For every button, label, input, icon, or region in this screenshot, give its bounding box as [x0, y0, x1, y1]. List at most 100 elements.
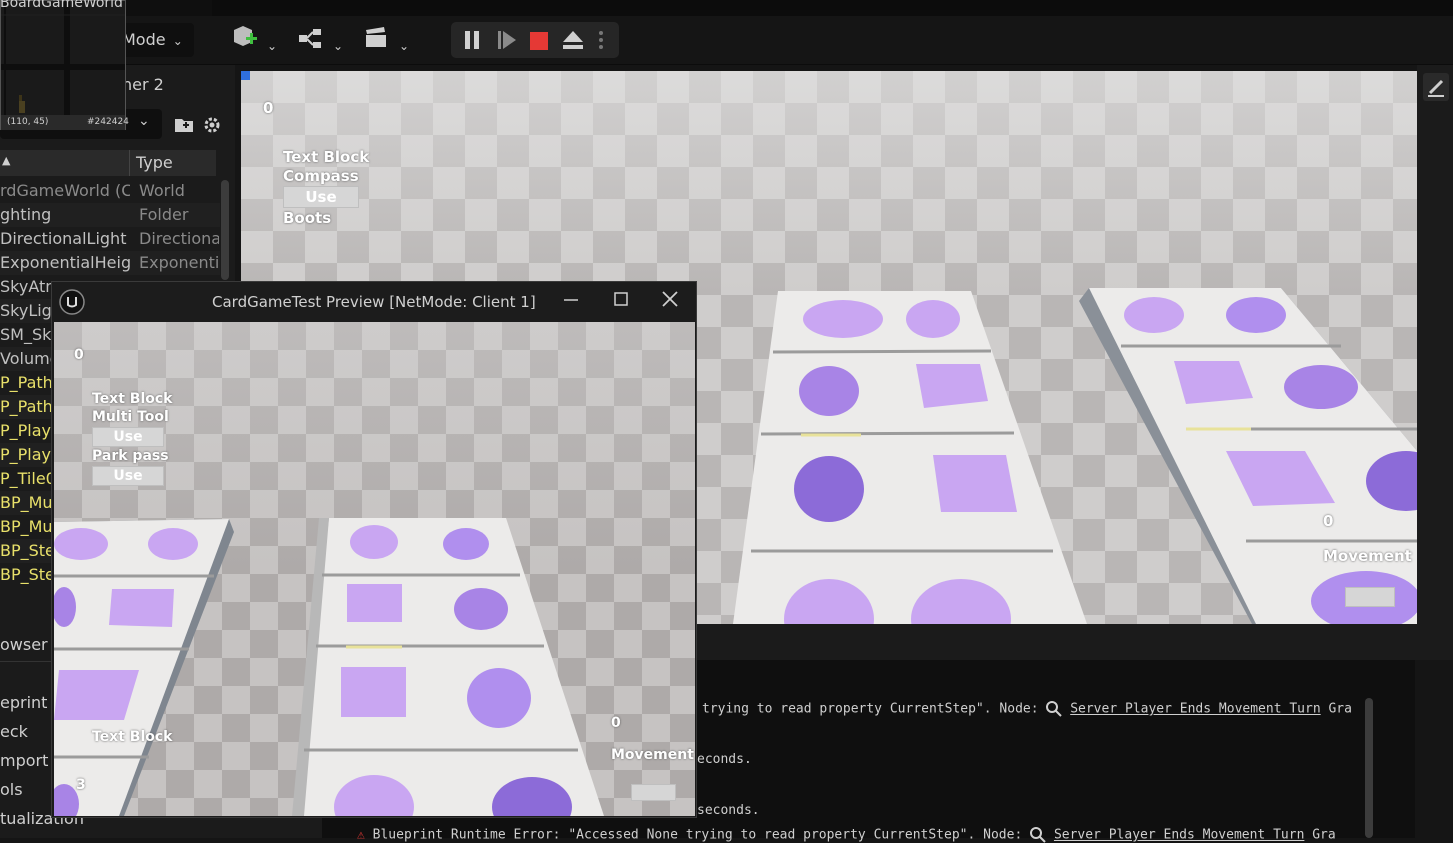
- eject-icon: [563, 31, 583, 49]
- outliner-tab-label[interactable]: ner 2: [122, 75, 164, 94]
- content-browser-tab[interactable]: owser: [0, 635, 48, 654]
- left-menu-item[interactable]: mport: [0, 751, 48, 770]
- pause-button[interactable]: [459, 26, 487, 54]
- blueprint-button[interactable]: ⌄: [298, 24, 343, 56]
- outliner-row-type: Folder: [139, 205, 189, 224]
- item-compass-label: Compass: [283, 167, 359, 185]
- log-scrollbar[interactable]: [1365, 698, 1373, 838]
- preview-titlebar[interactable]: CardGameTest Preview [NetMode: Client 1]…: [52, 282, 696, 322]
- pv-use-button-1[interactable]: Use: [92, 427, 164, 447]
- cinematics-button[interactable]: ⌄: [364, 24, 409, 56]
- pv-score-counter: 0: [74, 347, 84, 363]
- pause-icon: [465, 31, 479, 49]
- magnifier-grid: [1, 1, 125, 115]
- pv-movement-counter: 0: [611, 715, 621, 731]
- left-menu-item[interactable]: eck: [0, 722, 28, 741]
- outliner-row-name: DirectionalLight: [0, 229, 127, 248]
- picker-hex: #242424: [87, 117, 129, 127]
- add-folder-icon: [175, 119, 193, 132]
- outliner-row[interactable]: ghting Folder: [0, 203, 220, 227]
- picker-coords: (110, 45): [7, 117, 49, 127]
- close-icon: [662, 291, 678, 307]
- chevron-down-icon: ⌄: [138, 113, 150, 129]
- column-divider: [129, 150, 130, 176]
- unreal-logo-icon: [59, 289, 85, 315]
- preview-title: CardGameTest Preview [NetMode: Client 1]…: [212, 293, 537, 311]
- movement-button[interactable]: [1345, 587, 1395, 607]
- movement-counter: 0: [1323, 512, 1334, 530]
- outliner-row-name: ExponentialHeightF: [0, 253, 130, 272]
- details-strip: [1417, 65, 1453, 625]
- outliner-row[interactable]: rdGameWorld (Clie World: [0, 179, 220, 203]
- movement-label: Movement: [1323, 547, 1412, 565]
- close-button[interactable]: [658, 287, 682, 311]
- minimize-button[interactable]: [560, 288, 582, 312]
- blueprint-icon: [299, 29, 321, 48]
- sort-up-icon[interactable]: ▲: [2, 154, 10, 167]
- left-menu-item[interactable]: ols: [0, 780, 23, 799]
- hud-text-block: Text Block: [283, 148, 370, 166]
- play-controls: [451, 22, 619, 58]
- item-boots-label: Boots: [283, 209, 332, 227]
- score-counter: 0: [263, 99, 274, 117]
- chevron-down-icon: ⌄: [172, 33, 183, 48]
- settings-button[interactable]: [202, 115, 222, 139]
- outliner-row-type: Exponentia: [139, 253, 219, 272]
- picker-info-bar: (110, 45) #242424: [1, 115, 129, 130]
- node-link[interactable]: Server Player Ends Movement Turn: [1054, 828, 1304, 843]
- warning-icon: ⚠: [357, 827, 365, 843]
- maximize-button[interactable]: [610, 288, 632, 312]
- search-icon: [1030, 827, 1046, 843]
- outliner-header: ▲ Type: [0, 150, 216, 176]
- outliner-row-name: rdGameWorld (Clie: [0, 181, 130, 200]
- details-button[interactable]: [1423, 73, 1449, 101]
- more-button[interactable]: [593, 26, 609, 54]
- mode-label: Mode: [122, 30, 166, 49]
- chevron-down-icon: ⌄: [267, 39, 278, 53]
- color-picker-magnifier: (110, 45) #242424: [0, 0, 129, 130]
- chevron-down-icon: ⌄: [333, 39, 344, 53]
- minimize-icon: [564, 299, 578, 301]
- pv-use-button-2[interactable]: Use: [92, 466, 164, 486]
- use-button[interactable]: Use: [283, 186, 359, 208]
- add-actor-button[interactable]: ⌄: [232, 24, 277, 56]
- gear-icon: [204, 117, 220, 133]
- pv-bottom-text-block: Text Block: [92, 729, 173, 745]
- cinematics-icon: [366, 27, 386, 47]
- log-line-1: trying to read property CurrentStep". No…: [702, 701, 1352, 717]
- preview-window: CardGameTest Preview [NetMode: Client 1]…: [51, 281, 697, 818]
- main-toolbar: Mode ⌄ ⌄ ⌄ ⌄: [0, 0, 1453, 65]
- pv-bottom-counter: 3: [76, 777, 86, 793]
- outliner-row[interactable]: ExponentialHeightF Exponentia: [0, 251, 220, 275]
- add-actor-icon: [234, 26, 257, 46]
- stop-icon: [530, 32, 548, 50]
- log-line-3: seconds.: [697, 803, 760, 818]
- tab-strip: [212, 0, 1453, 16]
- pv-hud-text-block: Text Block: [92, 391, 173, 407]
- outliner-row[interactable]: DirectionalLight Directional: [0, 227, 220, 251]
- window-title: BoardGameWorld: [0, 0, 123, 11]
- eject-button[interactable]: [559, 26, 587, 54]
- edit-icon: [1428, 79, 1444, 97]
- pv-movement-button[interactable]: [631, 784, 676, 801]
- board-tiles-center: [733, 291, 1087, 624]
- preview-viewport[interactable]: 0 Text Block Multi Tool Use Park pass Us…: [54, 322, 695, 816]
- outliner-scrollbar[interactable]: [221, 180, 229, 280]
- outliner-row-type: Directional: [139, 229, 219, 248]
- outliner-row-name: ghting: [0, 205, 52, 224]
- stop-button[interactable]: [527, 26, 555, 54]
- pv-movement-label: Movement: [611, 747, 694, 763]
- node-link[interactable]: Server Player Ends Movement Turn: [1070, 702, 1320, 717]
- more-icon: [599, 31, 603, 49]
- step-icon: [498, 31, 516, 49]
- chevron-down-icon: ⌄: [399, 39, 410, 53]
- type-column-header[interactable]: Type: [136, 153, 173, 172]
- log-line-4: ⚠ Blueprint Runtime Error: "Accessed Non…: [357, 827, 1336, 843]
- log-line-2: econds.: [697, 752, 752, 767]
- search-icon: [1046, 701, 1063, 717]
- add-folder-button[interactable]: [174, 115, 194, 139]
- step-button[interactable]: [493, 26, 521, 54]
- pv-item-park-pass: Park pass: [92, 448, 169, 464]
- pv-item-multi-tool: Multi Tool: [92, 409, 169, 425]
- maximize-icon: [614, 292, 628, 306]
